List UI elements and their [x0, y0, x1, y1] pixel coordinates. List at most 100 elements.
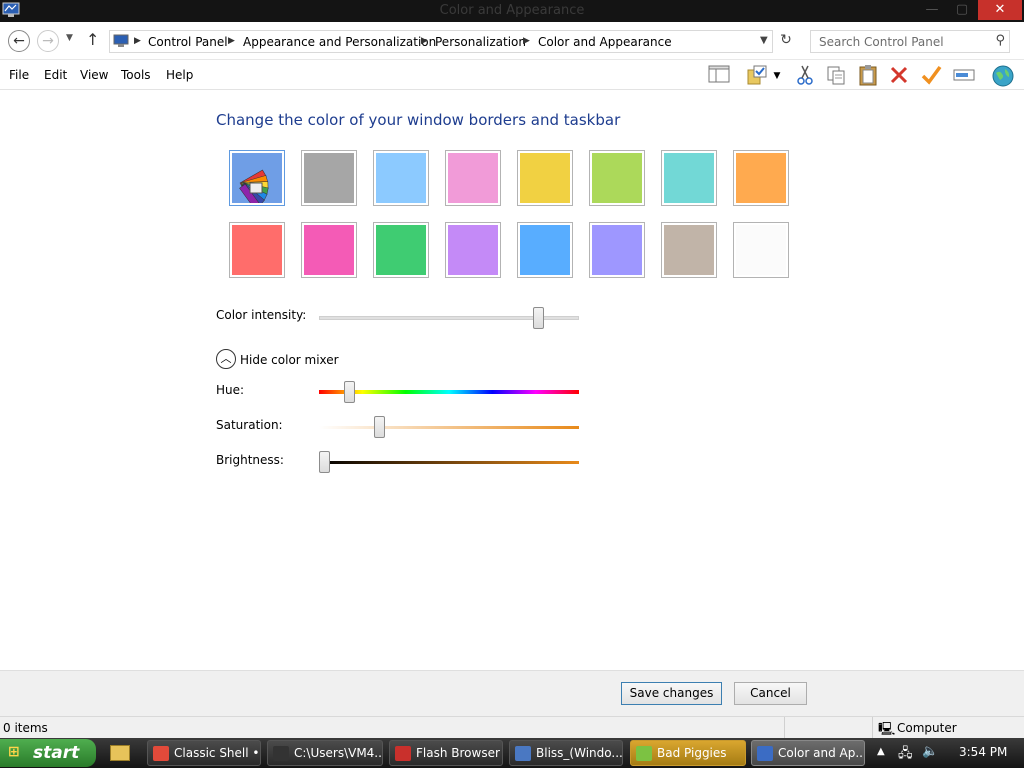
close-button[interactable]: ✕	[978, 0, 1022, 20]
color-swatch-pink[interactable]	[445, 150, 501, 206]
navigation-bar: ← → ▼ ↑ ▶ Control Panel ▶ Appearance and…	[0, 22, 1024, 60]
window-title: Color and Appearance	[439, 3, 585, 18]
color-swatch-sky-blue[interactable]	[373, 150, 429, 206]
network-icon[interactable]: 🖧	[898, 744, 913, 766]
control-panel-icon	[113, 34, 129, 47]
menu-tools[interactable]: Tools	[121, 68, 151, 82]
rename-icon[interactable]	[951, 64, 977, 88]
menu-file[interactable]: File	[9, 68, 29, 82]
brightness-label: Brightness:	[216, 453, 284, 467]
hue-slider-thumb[interactable]	[343, 381, 355, 403]
color-swatch-blue[interactable]	[517, 222, 573, 278]
saturation-slider-thumb[interactable]	[373, 416, 385, 438]
breadcrumb-personalization[interactable]: Personalization	[435, 35, 526, 49]
file-explorer-icon[interactable]	[110, 745, 130, 761]
page-title: Change the color of your window borders …	[216, 111, 621, 129]
swatch-fill	[592, 153, 642, 203]
taskbar-item[interactable]: Color and Ap...	[751, 740, 865, 766]
status-divider	[784, 717, 785, 739]
cancel-button[interactable]: Cancel	[734, 682, 807, 705]
color-swatch-magenta[interactable]	[301, 222, 357, 278]
color-intensity-slider-thumb[interactable]	[533, 307, 545, 329]
menu-help[interactable]: Help	[166, 68, 193, 82]
search-input[interactable]: Search Control Panel	[819, 35, 944, 49]
menu-edit[interactable]: Edit	[44, 68, 67, 82]
control-panel-window: Color and Appearance — ▢ ✕ ← → ▼ ↑ ▶ Con…	[0, 0, 1024, 739]
breadcrumb-control-panel[interactable]: Control Panel	[148, 35, 228, 49]
globe-icon[interactable]	[990, 64, 1016, 88]
check-icon[interactable]	[918, 64, 944, 88]
color-swatch-red[interactable]	[229, 222, 285, 278]
volume-icon[interactable]: 🔈	[922, 744, 938, 759]
taskbar-item[interactable]: Bad Piggies	[630, 740, 746, 766]
swatch-fill	[592, 225, 642, 275]
app-icon	[515, 746, 531, 761]
windows-flag-icon: ⊞	[8, 744, 20, 760]
search-icon[interactable]: ⚲	[995, 33, 1005, 48]
address-dropdown-icon[interactable]: ▼	[760, 35, 768, 46]
breadcrumb-color-appearance[interactable]: Color and Appearance	[538, 35, 672, 49]
save-changes-button[interactable]: Save changes	[621, 682, 722, 705]
swatch-fill	[448, 225, 498, 275]
refresh-icon[interactable]: ↻	[776, 32, 796, 52]
color-swatch-gray[interactable]	[301, 150, 357, 206]
hue-label: Hue:	[216, 383, 245, 397]
breadcrumb-chevron-icon[interactable]: ▶	[228, 36, 235, 46]
taskbar-item-label: Flash Browser	[416, 746, 500, 760]
tray-expand-icon[interactable]: ▲	[877, 746, 885, 757]
back-button[interactable]: ←	[8, 30, 30, 52]
taskbar-item[interactable]: Flash Browser	[389, 740, 503, 766]
swatch-fill	[664, 153, 714, 203]
color-swatch-teal[interactable]	[661, 150, 717, 206]
minimize-button[interactable]: —	[918, 0, 946, 20]
taskbar-item[interactable]: Classic Shell •...	[147, 740, 261, 766]
color-palette-icon	[239, 169, 269, 210]
breadcrumb-appearance[interactable]: Appearance and Personalization	[243, 35, 436, 49]
hue-track[interactable]	[319, 390, 579, 394]
brightness-track[interactable]	[319, 461, 579, 464]
copy-icon[interactable]	[823, 64, 849, 88]
color-swatch-automatic[interactable]	[229, 150, 285, 210]
taskbar-item[interactable]: Bliss_(Windo...	[509, 740, 623, 766]
swatch-fill	[520, 225, 570, 275]
breadcrumb-chevron-icon[interactable]: ▶	[134, 36, 141, 46]
swatch-fill	[520, 153, 570, 203]
layout-pane-icon[interactable]	[706, 64, 732, 88]
taskbar-item-label: Color and Ap...	[778, 746, 865, 760]
title-bar: Color and Appearance — ▢ ✕	[0, 0, 1024, 22]
properties-dropdown-icon[interactable]: ▼	[769, 64, 785, 88]
color-swatch-lime[interactable]	[589, 150, 645, 206]
address-bar[interactable]: ▶ Control Panel ▶ Appearance and Persona…	[109, 30, 773, 53]
paste-icon[interactable]	[855, 64, 881, 88]
chevron-up-icon[interactable]: ︿	[216, 349, 236, 369]
swatch-fill	[232, 153, 282, 210]
color-swatch-violet[interactable]	[445, 222, 501, 278]
hide-color-mixer-link[interactable]: Hide color mixer	[240, 353, 339, 367]
app-icon	[273, 746, 289, 761]
recent-locations-chevron-icon[interactable]: ▼	[66, 33, 73, 43]
saturation-track[interactable]	[319, 426, 579, 429]
color-swatch-white[interactable]	[733, 222, 789, 278]
search-box[interactable]: Search Control Panel ⚲	[810, 30, 1010, 53]
menu-view[interactable]: View	[80, 68, 108, 82]
delete-icon[interactable]	[886, 64, 912, 88]
app-icon	[757, 746, 773, 761]
breadcrumb-chevron-icon[interactable]: ▶	[523, 36, 530, 46]
swatch-fill	[376, 225, 426, 275]
clock[interactable]: 3:54 PM	[959, 745, 1007, 759]
color-swatch-taupe[interactable]	[661, 222, 717, 278]
taskbar-item[interactable]: C:\Users\VM4...	[267, 740, 383, 766]
color-swatch-yellow[interactable]	[517, 150, 573, 206]
cut-icon[interactable]	[792, 64, 818, 88]
menu-bar: File Edit View Tools Help ▼	[0, 60, 1024, 90]
color-swatch-green[interactable]	[373, 222, 429, 278]
up-arrow-icon[interactable]: ↑	[86, 30, 99, 49]
start-button[interactable]: ⊞ start	[0, 739, 96, 767]
brightness-slider-thumb[interactable]	[319, 451, 330, 473]
folder-properties-icon[interactable]	[744, 64, 770, 88]
maximize-button[interactable]: ▢	[948, 0, 976, 20]
color-swatch-orange[interactable]	[733, 150, 789, 206]
forward-button[interactable]: →	[37, 30, 59, 52]
color-swatch-periwinkle[interactable]	[589, 222, 645, 278]
breadcrumb-chevron-icon[interactable]: ▶	[421, 36, 428, 46]
